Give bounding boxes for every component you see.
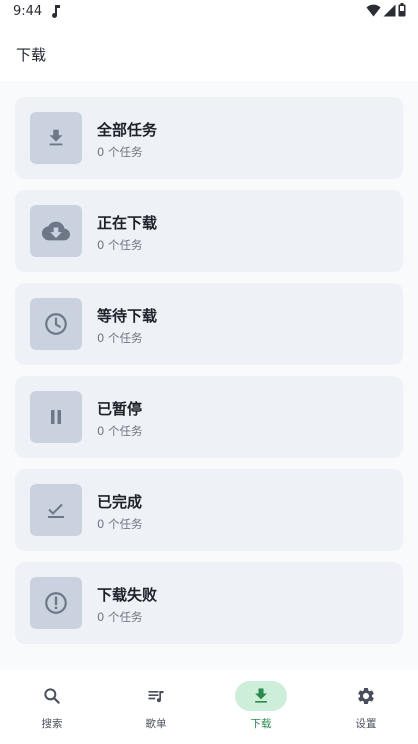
category-card-completed[interactable]: 已完成 0 个任务 — [15, 469, 403, 551]
nav-item-downloads[interactable]: 下载 — [209, 670, 313, 744]
signal-icon — [383, 2, 396, 21]
music-note-icon — [50, 3, 62, 19]
bottom-nav: 搜索 歌单 下载 设置 — [0, 670, 418, 744]
search-icon — [26, 681, 78, 711]
done-icon — [30, 484, 82, 536]
cloud-download-icon — [30, 205, 82, 257]
download-categories: 全部任务 0 个任务 正在下载 0 个任务 等待下载 0 个任务 已暂停 0 个… — [0, 81, 418, 670]
category-title: 已暂停 — [97, 400, 143, 418]
error-icon — [30, 577, 82, 629]
clock-icon — [30, 298, 82, 350]
category-count: 0 个任务 — [97, 610, 143, 624]
battery-icon — [398, 2, 406, 21]
nav-label: 歌单 — [145, 718, 167, 730]
pause-icon — [30, 391, 82, 443]
category-title: 等待下载 — [97, 307, 158, 325]
category-count: 0 个任务 — [97, 331, 143, 345]
nav-label: 下载 — [250, 718, 272, 730]
app-bar: 下载 — [0, 24, 418, 81]
category-title: 正在下载 — [97, 214, 158, 232]
page-title: 下载 — [16, 46, 47, 64]
wifi-icon — [366, 2, 381, 21]
category-card-waiting[interactable]: 等待下载 0 个任务 — [15, 283, 403, 365]
category-title: 已完成 — [97, 493, 143, 511]
category-count: 0 个任务 — [97, 145, 143, 159]
status-icons — [366, 2, 406, 21]
nav-label: 设置 — [355, 718, 377, 730]
category-card-paused[interactable]: 已暂停 0 个任务 — [15, 376, 403, 458]
nav-label: 搜索 — [41, 718, 63, 730]
category-card-all[interactable]: 全部任务 0 个任务 — [15, 97, 403, 179]
category-title: 全部任务 — [97, 121, 158, 139]
nav-item-search[interactable]: 搜索 — [0, 670, 104, 744]
settings-icon — [340, 681, 392, 711]
status-bar: 9:44 — [0, 0, 418, 24]
category-card-downloading[interactable]: 正在下载 0 个任务 — [15, 190, 403, 272]
nav-item-playlist[interactable]: 歌单 — [104, 670, 208, 744]
nav-item-settings[interactable]: 设置 — [314, 670, 418, 744]
category-card-failed[interactable]: 下载失败 0 个任务 — [15, 562, 403, 644]
download-icon — [235, 681, 287, 711]
category-title: 下载失败 — [97, 586, 158, 604]
status-time: 9:44 — [13, 4, 43, 19]
category-count: 0 个任务 — [97, 517, 143, 531]
download-icon — [30, 112, 82, 164]
category-count: 0 个任务 — [97, 238, 143, 252]
playlist-icon — [130, 681, 182, 711]
category-count: 0 个任务 — [97, 424, 143, 438]
